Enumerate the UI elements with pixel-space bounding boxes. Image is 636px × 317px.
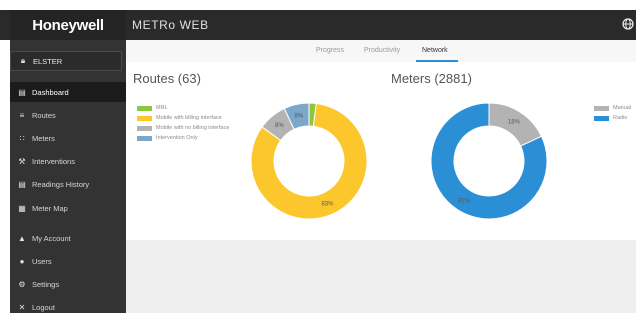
legend-swatch: [137, 115, 152, 121]
logout-icon: ✕: [18, 302, 26, 312]
map-icon: ▦: [18, 203, 26, 213]
history-icon: ▤: [18, 179, 26, 189]
routes-icon: ≡: [19, 110, 25, 120]
sidebar-item-label: Users: [32, 256, 52, 266]
sidebar-item-settings[interactable]: ⚙ Settings: [10, 274, 126, 294]
legend-swatch: [137, 125, 152, 131]
sidebar-item-routes[interactable]: ≡ Routes: [10, 105, 126, 125]
sidebar-item-label: Interventions: [32, 156, 75, 166]
sidebar-item-dashboard[interactable]: ▤ Dashboard: [10, 82, 126, 102]
legend-label: Mobile with no billing interface: [156, 125, 230, 131]
settings-icon: ⚙: [18, 279, 26, 289]
tab-network[interactable]: Network: [422, 47, 448, 54]
sidebar-item-my-account[interactable]: ▲ My Account: [10, 228, 126, 248]
routes-title: Routes (63): [133, 71, 201, 86]
legend-item-mrl: MRL: [137, 105, 168, 111]
legend-swatch: [137, 105, 152, 111]
sidebar-item-users[interactable]: ● Users: [10, 251, 126, 271]
brand-name: Honeywell: [32, 16, 104, 34]
globe-icon[interactable]: [622, 18, 634, 30]
dashboard-icon: ▤: [18, 87, 26, 97]
meters-title: Meters (2881): [391, 71, 472, 86]
sidebar-item-label: Dashboard: [32, 87, 69, 97]
slice-label: 8%: [295, 114, 304, 120]
legend-swatch: [594, 105, 609, 111]
legend-label: Manual: [613, 105, 632, 111]
sidebar-item-label: Logout: [32, 302, 55, 312]
tab-progress[interactable]: Progress: [316, 47, 344, 54]
sidebar-item-label: Routes: [32, 110, 56, 120]
lock-icon: 🔒︎: [20, 56, 26, 65]
routes-donut-chart: 83% 8% 8%: [250, 102, 368, 220]
legend-label: Mobile with billing interface: [156, 115, 222, 121]
legend-item-radio: Radio: [594, 115, 627, 121]
slice-label: 83%: [321, 202, 334, 208]
sidebar-item-meter-map[interactable]: ▦ Meter Map: [10, 198, 126, 218]
legend-label: Intervention Only: [156, 135, 198, 141]
sidebar-item-label: Settings: [32, 279, 60, 289]
interventions-icon: ⚒: [18, 156, 26, 166]
account-icon: ▲: [18, 233, 26, 243]
meters-icon: ∷: [19, 133, 25, 143]
sidebar-item-label: Meters: [32, 133, 55, 143]
brand-logo[interactable]: Honeywell: [10, 10, 126, 40]
sidebar-item-interventions[interactable]: ⚒ Interventions: [10, 151, 126, 171]
slice-label: 8%: [275, 123, 284, 129]
sidebar-item-meters[interactable]: ∷ Meters: [10, 128, 126, 148]
top-bar: Honeywell METRo WEB: [0, 10, 636, 40]
legend-item-manual: Manual: [594, 105, 631, 111]
legend-label: MRL: [156, 105, 168, 111]
legend-item-intervention-only: Intervention Only: [137, 135, 198, 141]
sidebar-item-readings-history[interactable]: ▤ Readings History: [10, 174, 126, 194]
account-selector[interactable]: 🔒︎ ELSTER: [10, 51, 122, 71]
meters-donut-chart: 18% 82%: [430, 102, 548, 220]
users-icon: ●: [19, 256, 25, 266]
legend-swatch: [594, 115, 609, 121]
slice-label: 18%: [508, 120, 521, 126]
slice-label: 82%: [458, 198, 471, 204]
legend-item-with-billing: Mobile with billing interface: [137, 115, 222, 121]
network-panel: [126, 62, 636, 240]
sidebar-item-logout[interactable]: ✕ Logout: [10, 297, 126, 317]
account-name: ELSTER: [33, 56, 63, 66]
app-title: METRo WEB: [132, 18, 209, 32]
tab-productivity[interactable]: Productivity: [364, 47, 400, 54]
legend-item-no-billing: Mobile with no billing interface: [137, 125, 229, 131]
legend-label: Radio: [613, 115, 628, 121]
sidebar-item-label: Readings History: [32, 179, 90, 189]
sidebar-item-label: My Account: [32, 233, 71, 243]
sidebar-item-label: Meter Map: [32, 203, 68, 213]
legend-swatch: [137, 135, 152, 141]
